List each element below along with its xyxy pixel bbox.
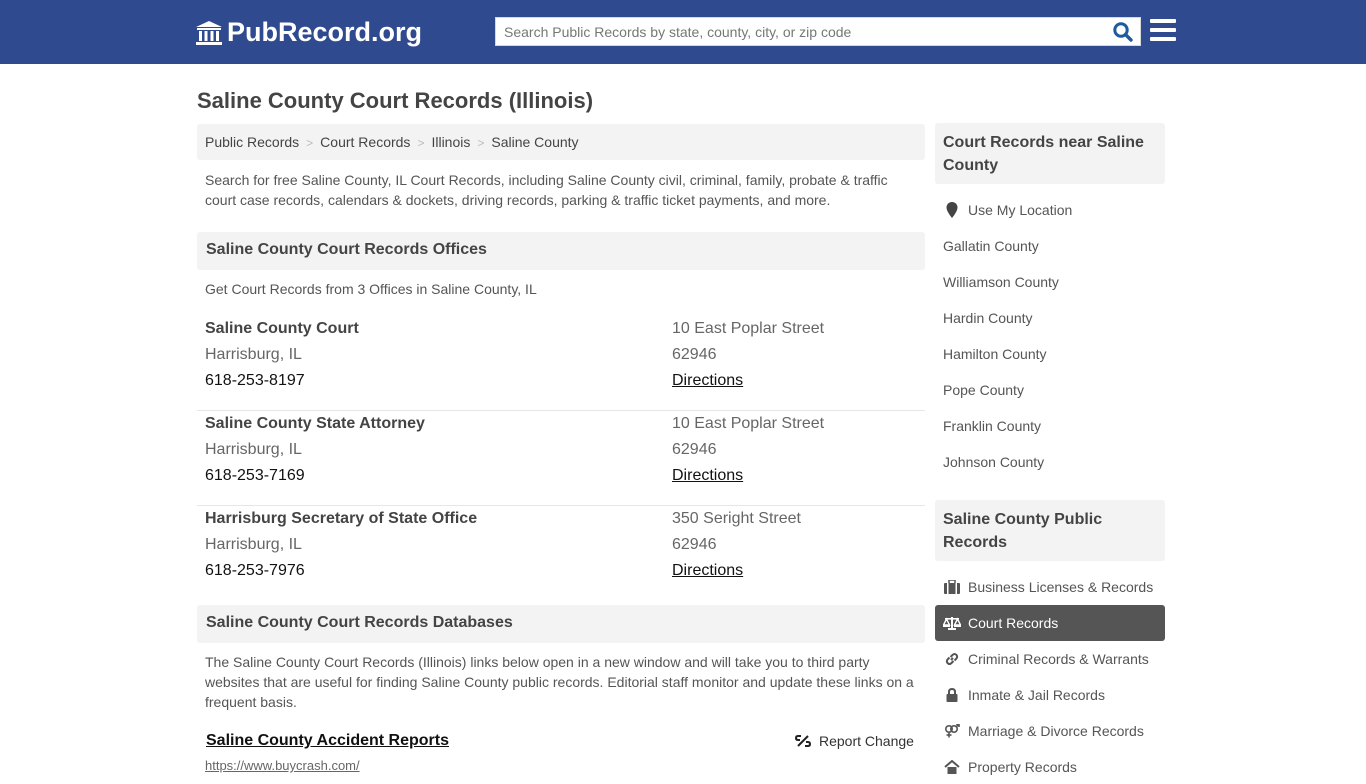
office-phone[interactable]: 618-253-7976 <box>205 558 477 584</box>
search-box <box>495 17 1141 46</box>
sidebar-item-business-licenses[interactable]: Business Licenses & Records <box>935 570 1165 604</box>
nearby-county-link[interactable]: Williamson County <box>935 265 1165 299</box>
office-zip: 62946 <box>672 346 717 363</box>
office-city: Harrisburg, IL <box>205 441 302 458</box>
sidebar-item-label: Marriage & Divorce Records <box>968 723 1144 739</box>
use-my-location-label: Use My Location <box>968 202 1073 218</box>
hamburger-menu-icon[interactable] <box>1150 19 1176 43</box>
courthouse-icon <box>196 20 222 45</box>
offices-heading: Saline County Court Records Offices <box>197 232 925 270</box>
briefcase-icon <box>943 579 961 595</box>
nearby-county-link[interactable]: Franklin County <box>935 409 1165 443</box>
link-icon <box>943 651 961 667</box>
map-marker-icon <box>943 202 961 218</box>
sidebar-item-label: Court Records <box>968 615 1059 631</box>
sidebar-item-inmate-records[interactable]: Inmate & Jail Records <box>935 678 1165 712</box>
sidebar-item-label: Property Records <box>968 759 1077 775</box>
database-link[interactable]: Saline County Accident Reports <box>206 732 449 750</box>
logo-text: PubRecord.org <box>227 17 423 47</box>
databases-heading: Saline County Court Records Databases <box>197 605 925 643</box>
page-title: Saline County Court Records (Illinois) <box>197 88 594 113</box>
venus-mars-icon <box>943 723 961 739</box>
use-my-location-button[interactable]: Use My Location <box>935 193 1165 227</box>
office-phone[interactable]: 618-253-8197 <box>205 368 359 394</box>
report-change-button[interactable]: Report Change <box>795 733 914 749</box>
broken-link-icon <box>795 735 811 747</box>
scales-icon <box>943 615 961 631</box>
office-address: 10 East Poplar Street <box>672 415 825 432</box>
nearby-heading: Court Records near Saline County <box>935 123 1165 184</box>
nearby-county-link[interactable]: Johnson County <box>935 445 1165 479</box>
sidebar-item-court-records[interactable]: Court Records <box>935 605 1165 641</box>
office-item: Saline County Court Harrisburg, IL 618-2… <box>197 316 925 411</box>
office-name: Saline County State Attorney <box>205 415 425 432</box>
office-address: 350 Seright Street <box>672 510 801 527</box>
home-icon <box>943 759 961 775</box>
sidebar-item-criminal-records[interactable]: Criminal Records & Warrants <box>935 642 1165 676</box>
directions-link[interactable]: Directions <box>672 467 743 484</box>
intro-text: Search for free Saline County, IL Court … <box>205 172 888 208</box>
nearby-county-link[interactable]: Hamilton County <box>935 337 1165 371</box>
site-logo[interactable]: PubRecord.org <box>195 17 422 48</box>
nearby-county-link[interactable]: Pope County <box>935 373 1165 407</box>
directions-link[interactable]: Directions <box>672 372 743 389</box>
search-input[interactable] <box>496 18 1096 45</box>
search-button[interactable] <box>1112 21 1136 43</box>
sidebar-item-label: Inmate & Jail Records <box>968 687 1105 703</box>
breadcrumb: Public Records > Court Records > Illinois > Sa… <box>197 124 925 160</box>
nearby-county-link[interactable]: Gallatin County <box>935 229 1165 263</box>
breadcrumb-separator: > <box>306 136 314 150</box>
nearby-county-link[interactable]: Hardin County <box>935 301 1165 335</box>
lock-icon <box>943 687 961 703</box>
breadcrumb-illinois[interactable]: Illinois <box>431 134 470 150</box>
office-address: 10 East Poplar Street <box>672 320 825 337</box>
sidebar-item-marriage-records[interactable]: Marriage & Divorce Records <box>935 714 1165 748</box>
database-url[interactable]: https://www.buycrash.com/ <box>205 758 360 773</box>
office-zip: 62946 <box>672 536 717 553</box>
offices-subtitle: Get Court Records from 3 Offices in Sali… <box>205 281 537 297</box>
directions-link[interactable]: Directions <box>672 562 743 579</box>
office-name: Harrisburg Secretary of State Office <box>205 510 478 527</box>
search-icon <box>1113 22 1133 42</box>
breadcrumb-court-records[interactable]: Court Records <box>320 134 410 150</box>
office-name: Saline County Court <box>205 320 359 337</box>
office-item: Saline County State Attorney Harrisburg,… <box>197 411 925 506</box>
sidebar-item-label: Business Licenses & Records <box>968 579 1154 595</box>
public-records-heading: Saline County Public Records <box>935 500 1165 561</box>
databases-intro: The Saline County Court Records (Illinoi… <box>205 654 914 710</box>
sidebar-item-property-records[interactable]: Property Records <box>935 750 1165 784</box>
breadcrumb-separator: > <box>417 136 425 150</box>
breadcrumb-saline-county[interactable]: Saline County <box>491 134 578 150</box>
breadcrumb-public-records[interactable]: Public Records <box>205 134 299 150</box>
office-city: Harrisburg, IL <box>205 346 302 363</box>
report-change-label: Report Change <box>819 733 914 749</box>
office-zip: 62946 <box>672 441 717 458</box>
sidebar-item-label: Criminal Records & Warrants <box>968 651 1149 667</box>
office-city: Harrisburg, IL <box>205 536 302 553</box>
top-navbar: PubRecord.org <box>0 0 1366 64</box>
office-phone[interactable]: 618-253-7169 <box>205 463 425 489</box>
office-item: Harrisburg Secretary of State Office Har… <box>197 506 925 601</box>
breadcrumb-separator: > <box>477 136 485 150</box>
